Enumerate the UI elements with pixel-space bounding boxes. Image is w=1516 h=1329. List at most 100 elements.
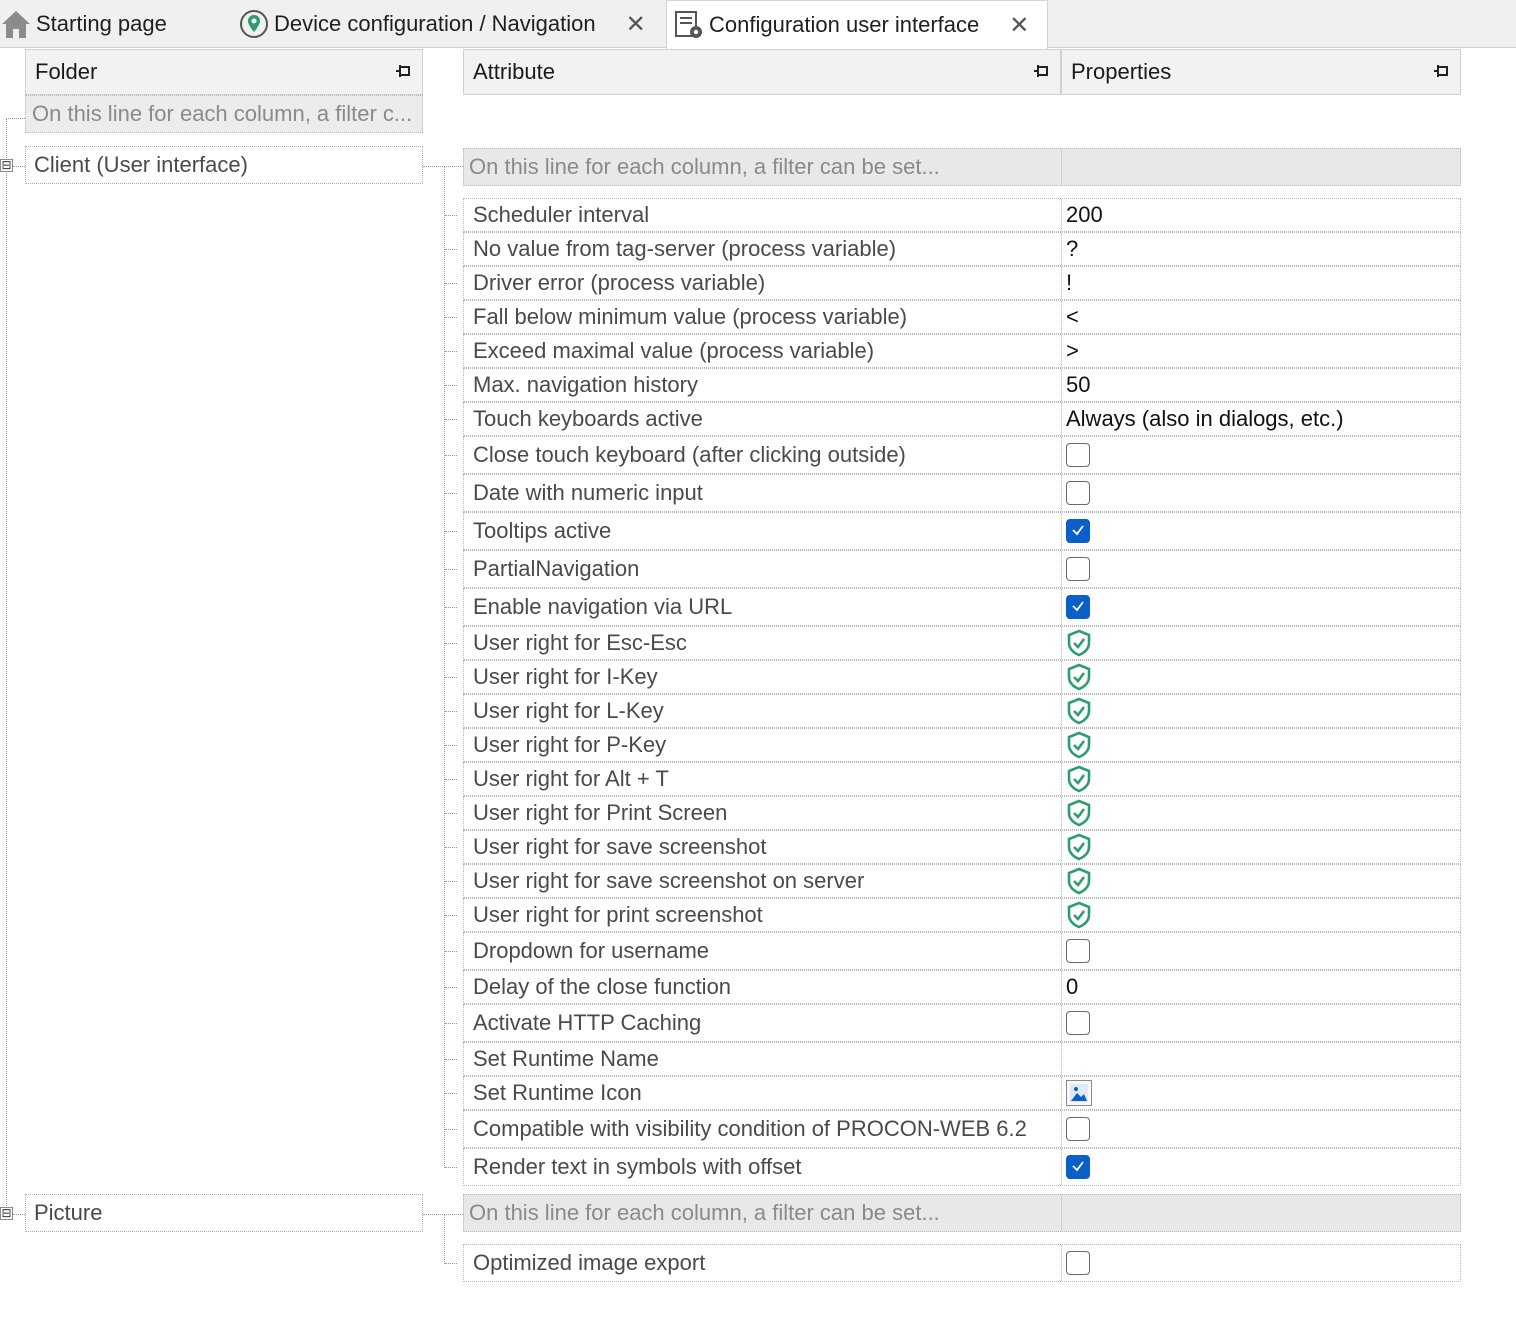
property-value-cell[interactable] — [1062, 589, 1460, 625]
property-value-cell[interactable]: ? — [1062, 233, 1460, 265]
property-value-cell[interactable] — [1062, 1043, 1460, 1075]
property-value-cell[interactable] — [1062, 627, 1460, 659]
property-row[interactable]: Enable navigation via URL — [463, 588, 1461, 626]
property-row[interactable]: User right for I-Key — [463, 660, 1461, 694]
property-row[interactable]: User right for P-Key — [463, 728, 1461, 762]
folder-filter-row[interactable]: On this line for each column, a filter c… — [25, 95, 423, 133]
property-value[interactable]: 50 — [1066, 372, 1090, 398]
property-value-cell[interactable] — [1062, 1149, 1460, 1185]
property-value-cell[interactable]: ! — [1062, 267, 1460, 299]
property-row[interactable]: Close touch keyboard (after clicking out… — [463, 436, 1461, 474]
image-picker-icon[interactable] — [1066, 1080, 1092, 1106]
checkbox-checked[interactable] — [1066, 595, 1090, 619]
property-value[interactable]: ? — [1066, 236, 1078, 262]
pin-icon[interactable] — [1432, 62, 1452, 82]
property-value-cell[interactable] — [1062, 437, 1460, 473]
property-value-cell[interactable] — [1062, 1077, 1460, 1109]
tab-configuration-user-interface[interactable]: Configuration user interface ✕ — [666, 0, 1048, 49]
property-value-cell[interactable] — [1062, 763, 1460, 795]
property-row[interactable]: User right for print screenshot — [463, 898, 1461, 932]
property-value-cell[interactable]: 0 — [1062, 971, 1460, 1003]
property-value-cell[interactable]: 50 — [1062, 369, 1460, 401]
property-row[interactable]: User right for save screenshot — [463, 830, 1461, 864]
checkbox-unchecked[interactable] — [1066, 481, 1090, 505]
property-row[interactable]: User right for save screenshot on server — [463, 864, 1461, 898]
property-row[interactable]: User right for L-Key — [463, 694, 1461, 728]
property-value[interactable]: 0 — [1066, 974, 1078, 1000]
property-value-cell[interactable] — [1062, 729, 1460, 761]
property-row[interactable]: Set Runtime Icon — [463, 1076, 1461, 1110]
user-right-shield-icon[interactable] — [1066, 629, 1092, 657]
property-value-cell[interactable] — [1062, 831, 1460, 863]
property-value-cell[interactable]: Always (also in dialogs, etc.) — [1062, 403, 1460, 435]
property-row[interactable]: Touch keyboards active Always (also in di… — [463, 402, 1461, 436]
properties-header[interactable]: Properties — [1061, 49, 1461, 95]
property-row[interactable]: Fall below minimum value (process variab… — [463, 300, 1461, 334]
property-row[interactable]: No value from tag-server (process variab… — [463, 232, 1461, 266]
property-row[interactable]: Date with numeric input — [463, 474, 1461, 512]
property-value[interactable]: > — [1066, 338, 1079, 364]
grid-filter-row[interactable]: On this line for each column, a filter c… — [463, 1194, 1461, 1232]
tab-device-configuration[interactable]: Device configuration / Navigation ✕ — [238, 0, 658, 48]
property-value-cell[interactable] — [1062, 865, 1460, 897]
property-value-cell[interactable] — [1062, 475, 1460, 511]
close-icon[interactable]: ✕ — [1009, 11, 1029, 40]
property-row[interactable]: Render text in symbols with offset — [463, 1148, 1461, 1186]
attribute-header[interactable]: Attribute — [463, 49, 1061, 95]
property-value[interactable]: Always (also in dialogs, etc.) — [1066, 406, 1344, 432]
property-value[interactable]: < — [1066, 304, 1079, 330]
expander-icon[interactable]: ⊟ — [0, 1207, 13, 1220]
property-row[interactable]: Activate HTTP Caching — [463, 1004, 1461, 1042]
property-value-cell[interactable] — [1062, 551, 1460, 587]
checkbox-unchecked[interactable] — [1066, 443, 1090, 467]
property-value-cell[interactable] — [1062, 797, 1460, 829]
checkbox-checked[interactable] — [1066, 1155, 1090, 1179]
pin-icon[interactable] — [394, 62, 414, 82]
property-value-cell[interactable] — [1062, 1005, 1460, 1041]
property-value-cell[interactable]: 200 — [1062, 199, 1460, 231]
user-right-shield-icon[interactable] — [1066, 731, 1092, 759]
property-row[interactable]: Max. navigation history 50 — [463, 368, 1461, 402]
property-value-cell[interactable] — [1062, 899, 1460, 931]
property-value-cell[interactable]: < — [1062, 301, 1460, 333]
property-row[interactable]: Tooltips active — [463, 512, 1461, 550]
user-right-shield-icon[interactable] — [1066, 697, 1092, 725]
checkbox-unchecked[interactable] — [1066, 1011, 1090, 1035]
user-right-shield-icon[interactable] — [1066, 799, 1092, 827]
property-row[interactable]: Delay of the close function 0 — [463, 970, 1461, 1004]
checkbox-checked[interactable] — [1066, 519, 1090, 543]
close-icon[interactable]: ✕ — [626, 10, 646, 39]
property-row[interactable]: Dropdown for username — [463, 932, 1461, 970]
user-right-shield-icon[interactable] — [1066, 901, 1092, 929]
user-right-shield-icon[interactable] — [1066, 663, 1092, 691]
property-value-cell[interactable] — [1062, 661, 1460, 693]
user-right-shield-icon[interactable] — [1066, 867, 1092, 895]
property-row[interactable]: User right for Esc-Esc — [463, 626, 1461, 660]
property-value[interactable]: 200 — [1066, 202, 1103, 228]
property-value[interactable]: ! — [1066, 270, 1072, 296]
property-row[interactable]: Compatible with visibility condition of … — [463, 1110, 1461, 1148]
checkbox-unchecked[interactable] — [1066, 939, 1090, 963]
property-row[interactable]: Optimized image export — [463, 1244, 1461, 1282]
property-value-cell[interactable] — [1062, 513, 1460, 549]
expander-icon[interactable]: ⊟ — [0, 159, 13, 172]
checkbox-unchecked[interactable] — [1066, 1251, 1090, 1275]
tree-node-client-user-interface[interactable]: Client (User interface) — [25, 146, 423, 184]
property-value-cell[interactable] — [1062, 1245, 1460, 1281]
property-value-cell[interactable] — [1062, 933, 1460, 969]
user-right-shield-icon[interactable] — [1066, 833, 1092, 861]
property-row[interactable]: User right for Print Screen — [463, 796, 1461, 830]
folder-header[interactable]: Folder — [25, 49, 423, 95]
pin-icon[interactable] — [1032, 62, 1052, 82]
checkbox-unchecked[interactable] — [1066, 1117, 1090, 1141]
property-row[interactable]: Driver error (process variable)! — [463, 266, 1461, 300]
property-value-cell[interactable] — [1062, 695, 1460, 727]
property-value-cell[interactable]: > — [1062, 335, 1460, 367]
tree-node-picture[interactable]: Picture — [25, 1194, 423, 1232]
grid-filter-row[interactable]: On this line for each column, a filter c… — [463, 148, 1461, 186]
property-row[interactable]: Set Runtime Name — [463, 1042, 1461, 1076]
user-right-shield-icon[interactable] — [1066, 765, 1092, 793]
checkbox-unchecked[interactable] — [1066, 557, 1090, 581]
property-value-cell[interactable] — [1062, 1111, 1460, 1147]
property-row[interactable]: Exceed maximal value (process variable) > — [463, 334, 1461, 368]
